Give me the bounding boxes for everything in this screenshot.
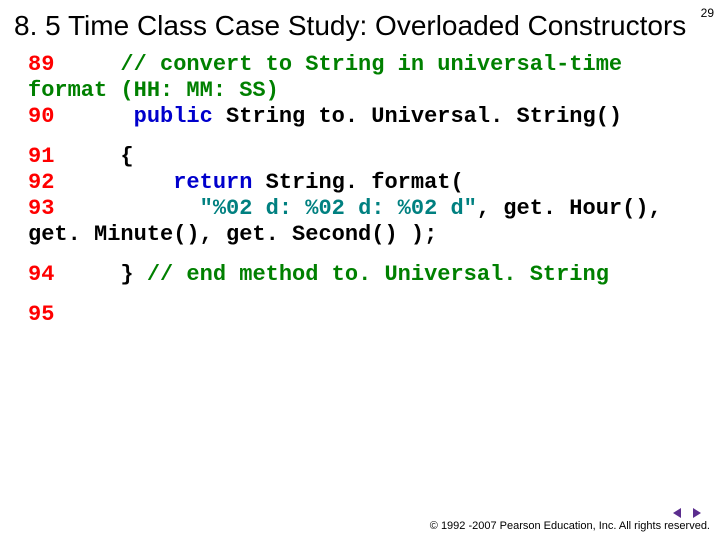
line-number: 89	[28, 52, 54, 77]
page-number: 29	[701, 6, 714, 20]
code-text: }	[120, 262, 146, 287]
code-text: String. format(	[252, 170, 463, 195]
code-keyword: return	[173, 170, 252, 195]
line-number: 95	[28, 302, 54, 327]
next-arrow-icon[interactable]	[690, 506, 704, 520]
code-block-4: 95	[28, 302, 696, 328]
code-block-2: 91 { 92 return String. format( 93 "%02 d…	[28, 144, 696, 248]
code-comment: // convert to String in universal-time f…	[28, 52, 622, 103]
code-text: {	[120, 144, 133, 169]
prev-arrow-icon[interactable]	[670, 506, 684, 520]
code-listing: 89 // convert to String in universal-tim…	[0, 48, 720, 328]
line-number: 92	[28, 170, 54, 195]
line-number: 91	[28, 144, 54, 169]
code-text: String to. Universal. String()	[213, 104, 622, 129]
code-keyword: public	[134, 104, 213, 129]
slide-footer: © 1992 -2007 Pearson Education, Inc. All…	[10, 506, 710, 532]
copyright-text: © 1992 -2007 Pearson Education, Inc. All…	[10, 520, 710, 532]
line-number: 93	[28, 196, 54, 221]
code-block-1: 89 // convert to String in universal-tim…	[28, 52, 696, 130]
nav-arrows	[670, 506, 704, 520]
code-block-3: 94 } // end method to. Universal. String	[28, 262, 696, 288]
line-number: 94	[28, 262, 54, 287]
code-string: "%02 d: %02 d: %02 d"	[200, 196, 477, 221]
code-comment: // end method to. Universal. String	[147, 262, 609, 287]
slide-title: 8. 5 Time Class Case Study: Overloaded C…	[0, 0, 720, 48]
line-number: 90	[28, 104, 54, 129]
